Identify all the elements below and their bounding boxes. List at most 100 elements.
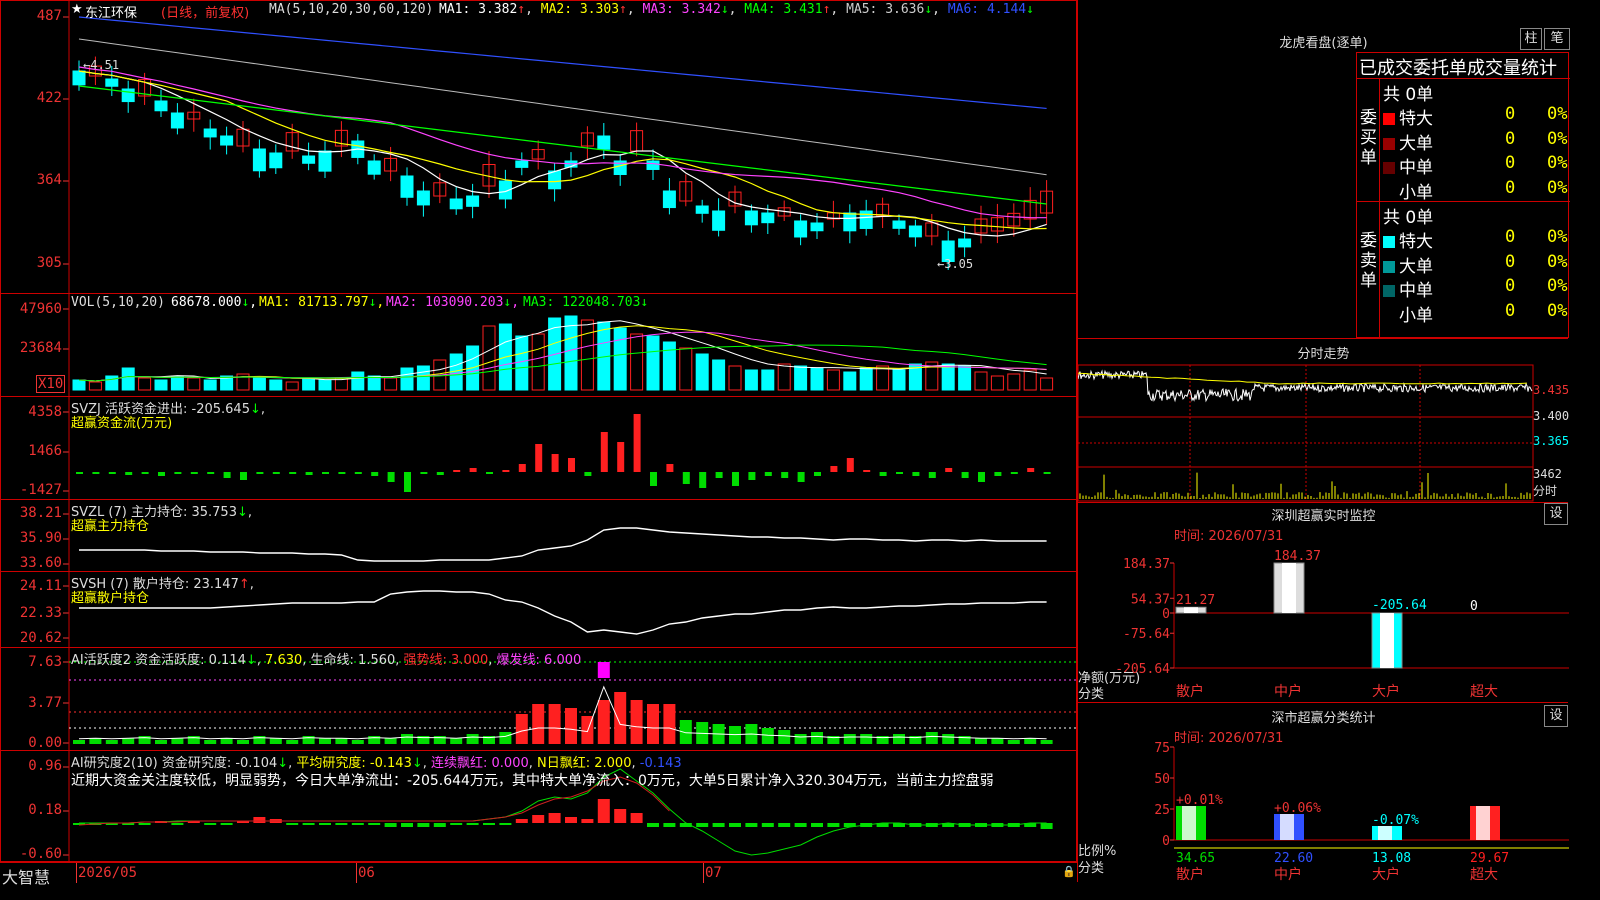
vol-bar bbox=[252, 377, 266, 391]
vol-bar bbox=[892, 369, 906, 391]
vol-bar bbox=[695, 353, 709, 391]
svzj-bar bbox=[338, 472, 346, 474]
ai2-bar bbox=[483, 823, 495, 825]
svsh-panel[interactable]: SVSH (7) 散户持仓: 23.147↑, 超赢散户持仓 bbox=[0, 571, 1077, 648]
fenshi-panel[interactable]: 分时走势 3.435 3.400 3.365 3462 分时 bbox=[1077, 338, 1570, 502]
sell-side-label: 委卖单 bbox=[1360, 231, 1377, 291]
ai2-bar bbox=[171, 823, 184, 825]
ai1-bar bbox=[335, 738, 348, 744]
vol-bar bbox=[941, 363, 955, 391]
classify-panel[interactable]: 深市超赢分类统计 设 时间: 2026/07/31 75 50 25 0 +0.01% 3… bbox=[1077, 702, 1569, 883]
candle-body bbox=[269, 152, 283, 169]
svzj-bar bbox=[682, 472, 690, 484]
classify-bar-highlight bbox=[1378, 826, 1392, 840]
classify-value-label: 22.60 bbox=[1274, 851, 1313, 866]
vol-bar bbox=[1023, 369, 1037, 391]
monitor-value-label: 0 bbox=[1470, 599, 1478, 614]
vol-bar bbox=[515, 335, 529, 391]
candle-body bbox=[597, 135, 611, 150]
fenshi-chart bbox=[1078, 364, 1534, 502]
vol-panel[interactable]: VOL(5,10,20) 68678.000↓, MA1: 81713.797↓… bbox=[0, 293, 1077, 397]
classify-bar-highlight bbox=[1182, 806, 1196, 840]
tick-mode-button[interactable]: 笔 bbox=[1544, 28, 1570, 50]
ai1-bar bbox=[220, 738, 233, 744]
ai2-bar bbox=[138, 823, 151, 825]
classify-chart: 75 50 25 0 +0.01% 34.65散户 +0.06% 22.60中户 -0.07% 1… bbox=[1154, 741, 1569, 883]
vol-unit-badge[interactable]: X10 bbox=[36, 375, 66, 393]
ma-4-value: MA4: 3.431↑ bbox=[744, 2, 831, 17]
candle-body bbox=[302, 155, 316, 164]
svzj-bar bbox=[879, 472, 887, 476]
sell-row: 中单 0 0% bbox=[1383, 276, 1570, 301]
ai1-white-line bbox=[78, 685, 1047, 740]
longhu-title: 龙虎看盘(逐单) bbox=[1279, 36, 1368, 51]
ai2-bar bbox=[319, 823, 331, 825]
vol-bar bbox=[416, 365, 430, 391]
candle-body bbox=[367, 160, 381, 175]
classify-category-label: 大户 bbox=[1372, 866, 1400, 883]
sell-row-percent: 0% bbox=[1547, 227, 1568, 247]
kline-panel[interactable]: ★ 东江环保 (日线，前复权) MA(5,10,20,30,60,120) MA… bbox=[0, 0, 1077, 294]
vol-bar bbox=[712, 359, 726, 391]
ai1-bar bbox=[1007, 740, 1020, 744]
ai1-bar bbox=[1040, 740, 1053, 744]
svzj-bar bbox=[961, 472, 969, 478]
vol-bar bbox=[302, 377, 316, 391]
ai1-bar bbox=[794, 734, 807, 744]
vol-bar bbox=[613, 327, 627, 391]
svzj-bar bbox=[912, 472, 920, 476]
ma5-line bbox=[78, 38, 1047, 176]
monitor-xlabel: 分类 bbox=[1078, 687, 1105, 702]
ai2-bar bbox=[729, 823, 741, 827]
svzj-bar bbox=[141, 472, 149, 474]
monitor-category-label: 大户 bbox=[1372, 683, 1400, 700]
longhu-panel: 龙虎看盘(逐单) 柱 笔 已成交委托单成交量统计 委买单 委卖单 共 0单 特大 0… bbox=[1077, 0, 1570, 339]
svzl-panel[interactable]: SVZL (7) 主力持仓: 35.753↓, 超赢主力持仓 bbox=[0, 499, 1077, 572]
sell-row-value: 0 bbox=[1505, 227, 1516, 247]
lock-icon[interactable]: 🔒 bbox=[1062, 865, 1076, 878]
ai1-bar bbox=[286, 740, 299, 744]
buy-swatch bbox=[1383, 113, 1395, 125]
ai2-panel[interactable]: AI研究度2(10) 资金研究度: -0.104↓, 平均研究度: -0.143… bbox=[0, 750, 1077, 862]
kline-chart bbox=[63, 1, 1054, 293]
vol-bar bbox=[810, 367, 824, 391]
ai1-panel[interactable]: AI活跃度2 资金活跃度: 0.114↓, 7.630, 生命线: 1.560,… bbox=[0, 647, 1077, 751]
kline-axis-3: 305 bbox=[36, 255, 62, 271]
classify-delta-label: -0.07% bbox=[1372, 813, 1419, 828]
candle-body bbox=[72, 70, 86, 86]
vol-ma1: MA1: 81713.797↓, bbox=[259, 295, 385, 310]
ai1-bar bbox=[843, 734, 856, 744]
classify-axis-label: 25 bbox=[1154, 803, 1170, 818]
vol-bar bbox=[630, 333, 644, 391]
svsh-axis-0: 24.11 bbox=[19, 578, 62, 594]
ai1-bar bbox=[663, 704, 676, 744]
ma-2-value: MA2: 3.303↑ bbox=[540, 2, 627, 17]
fenshi-axis-1: 3.400 bbox=[1533, 409, 1570, 423]
ai2-bar bbox=[466, 823, 479, 825]
svzj-bar bbox=[387, 472, 395, 482]
ai2-bar bbox=[532, 815, 545, 823]
ma6-line bbox=[78, 16, 1047, 110]
vol-bar bbox=[958, 365, 972, 391]
sell-row: 大单 0 0% bbox=[1383, 252, 1570, 277]
bar-mode-button[interactable]: 柱 bbox=[1520, 28, 1542, 50]
candle-body bbox=[695, 205, 709, 214]
monitor-panel[interactable]: 深圳超赢实时监控 设 时间: 2026/07/31 184.37 54.37 0 -7… bbox=[1077, 502, 1569, 702]
vol-bar bbox=[843, 371, 857, 391]
buy-row-percent: 0% bbox=[1547, 128, 1568, 149]
ai2-bar bbox=[761, 823, 774, 827]
monitor-axis-label: -75.64 bbox=[1123, 627, 1170, 642]
vol-bar bbox=[777, 363, 791, 391]
ai1-bar bbox=[237, 740, 249, 744]
ai2-bar bbox=[663, 823, 676, 827]
svzj-bar bbox=[436, 472, 444, 475]
candle-body bbox=[548, 170, 562, 190]
kline-axis-0: 487 bbox=[36, 8, 62, 24]
vol-bar bbox=[876, 365, 890, 391]
svzj-bar bbox=[633, 414, 641, 472]
svzj-bar bbox=[945, 468, 953, 472]
sell-row-name: 中单 bbox=[1399, 281, 1433, 301]
svzj-panel[interactable]: SVZJ 活跃资金进出: -205.645↓, 超赢资金流(万元) bbox=[0, 396, 1077, 500]
vol-bar bbox=[170, 375, 184, 391]
buy-row-name: 中单 bbox=[1399, 158, 1433, 178]
